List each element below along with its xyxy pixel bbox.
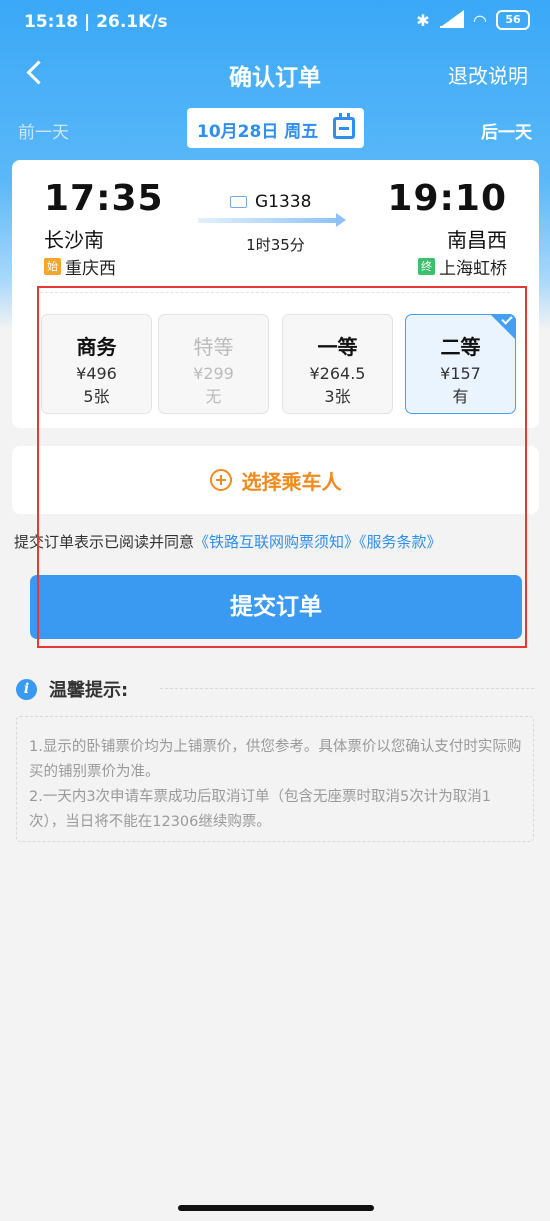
id-card-icon [230,196,247,208]
depart-time: 17:35 [44,178,164,219]
date-label: 10月28日 周五 [197,122,319,142]
origin-tag: 始 [44,258,61,275]
signal-icon [439,10,464,28]
status-bar: 15:18 | 26.1K/s ✱ ◠ 56 [0,0,550,44]
nav-bar: 确认订单 退改说明 [0,50,550,96]
direction-arrow [198,213,346,227]
status-time: 15:18 | 26.1K/s [24,12,168,32]
terminal-tag: 终 [418,258,435,275]
purchase-notice-link[interactable]: 《铁路互联网购票须知》 [194,533,359,551]
prev-day-button[interactable]: 前一天 [18,118,69,143]
arrive-time: 19:10 [387,178,507,219]
bluetooth-icon: ✱ [416,10,430,30]
submit-order-button[interactable]: 提交订单 [30,575,522,639]
train-card: 17:35 19:10 长沙南 南昌西 始 重庆西 终 上海虹桥 G1338 1… [12,160,539,428]
seat-option-business[interactable]: 商务 ¥496 5张 [41,314,152,414]
tips-box: 1.显示的卧铺票价均为上铺票价，供您参考。具体票价以您确认支付时实际购买的铺别票… [16,716,534,842]
date-selector: 前一天 10月28日 周五 后一天 [0,108,550,148]
battery-icon: 56 [496,10,530,30]
trip-duration: 1时35分 [246,236,305,254]
tips-divider [160,688,534,689]
tip-item: 2.一天内3次申请车票成功后取消订单（包含无座票时取消5次计为取消1次），当日将… [29,789,492,830]
wifi-icon: ◠ [473,10,486,30]
plus-circle-icon [209,469,232,491]
seat-option-second-class[interactable]: 二等 ¥157 有 [405,313,516,414]
seat-option-first-class[interactable]: 一等 ¥264.5 3张 [282,314,393,414]
tip-item: 1.显示的卧铺票价均为上铺票价，供您参考。具体票价以您确认支付时实际购买的铺别票… [29,739,522,780]
seat-option-premium[interactable]: 特等 ¥299 无 [158,314,269,414]
tips-header: i 温馨提示: [16,676,128,702]
select-passenger-button[interactable]: 选择乘车人 [12,446,539,514]
origin-station: 始 重庆西 [44,254,116,279]
next-day-button[interactable]: 后一天 [481,118,532,143]
info-icon: i [16,678,37,700]
agreement-text: 提交订单表示已阅读并同意《铁路互联网购票须知》《服务条款》 [14,533,442,551]
terms-link[interactable]: 《服务条款》 [359,533,442,551]
date-picker[interactable]: 10月28日 周五 [187,108,364,148]
refund-policy-link[interactable]: 退改说明 [448,60,528,89]
divider [40,292,510,293]
terminal-station: 终 上海虹桥 [418,254,507,279]
calendar-icon [333,113,355,139]
train-number[interactable]: G1338 [230,192,311,212]
home-indicator[interactable] [178,1205,374,1211]
